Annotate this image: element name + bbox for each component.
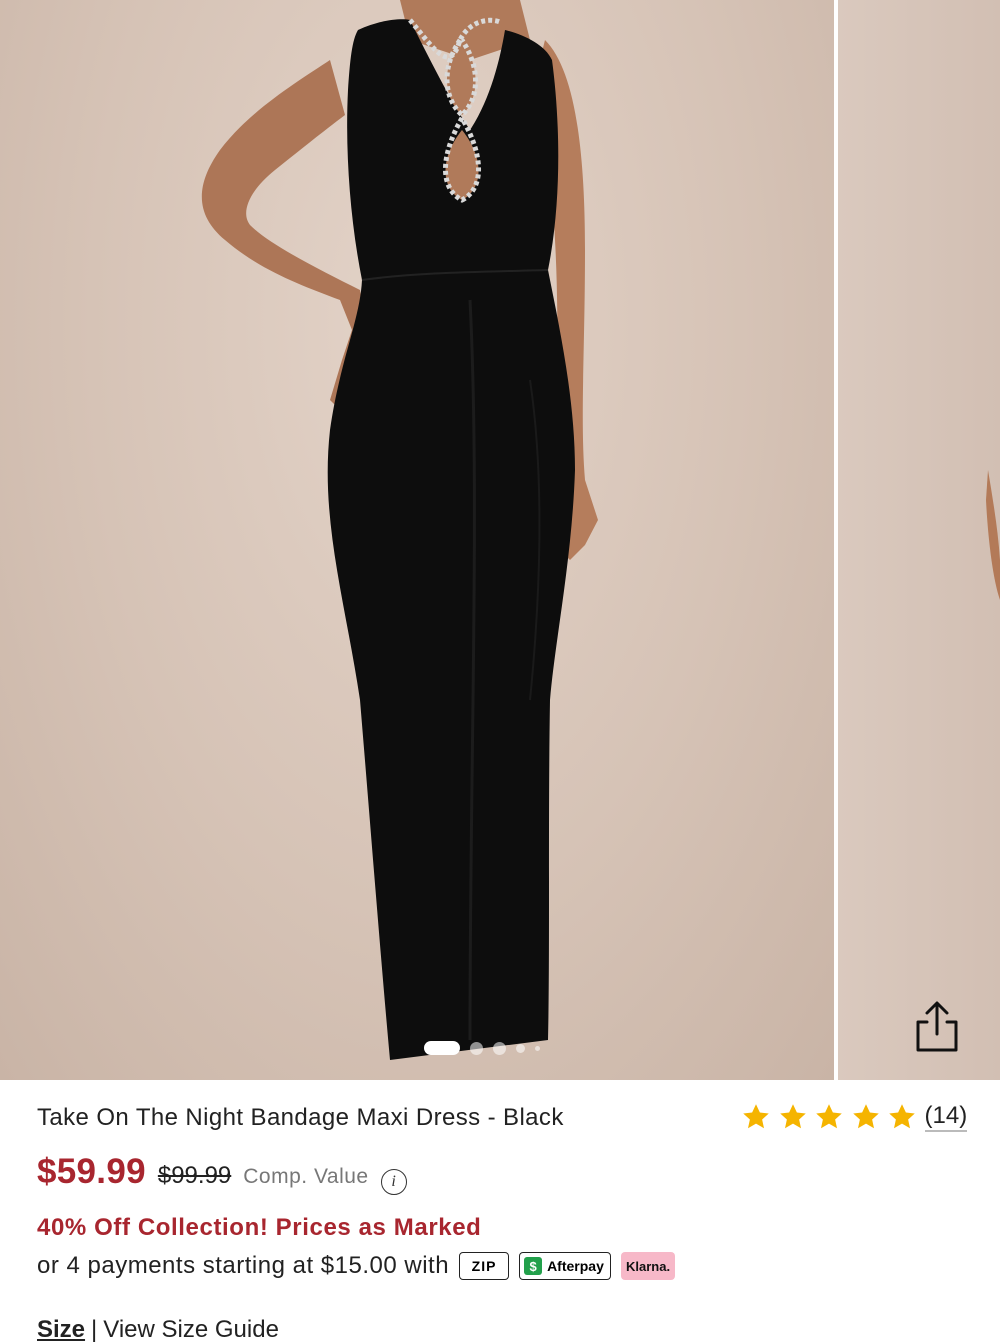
sale-price: $59.99 xyxy=(37,1152,146,1191)
product-title: Take On The Night Bandage Maxi Dress - B… xyxy=(37,1104,564,1131)
original-price: $99.99 xyxy=(157,1162,232,1189)
pagination-dot-active[interactable] xyxy=(424,1041,460,1055)
pagination-dot[interactable] xyxy=(516,1043,525,1053)
pagination-dot[interactable] xyxy=(470,1041,483,1055)
info-icon[interactable]: i xyxy=(380,1169,407,1195)
afterpay-icon: $ xyxy=(524,1257,543,1275)
size-separator: | xyxy=(91,1316,98,1343)
zip-badge[interactable]: ZIP xyxy=(459,1252,510,1280)
size-guide-link[interactable]: View Size Guide xyxy=(103,1316,279,1343)
dress-photo xyxy=(201,0,598,1060)
next-photo-peek xyxy=(986,470,1000,600)
star-icon xyxy=(889,1104,915,1129)
product-image-gallery[interactable] xyxy=(0,0,1000,1080)
promo-message: 40% Off Collection! Prices as Marked xyxy=(37,1214,482,1241)
installment-payments: or 4 payments starting at $15.00 with ZI… xyxy=(37,1252,676,1280)
star-icon xyxy=(816,1104,842,1129)
gallery-pagination xyxy=(424,1040,540,1056)
product-info: Take On The Night Bandage Maxi Dress - B… xyxy=(0,1080,1000,1343)
rating-summary[interactable]: (14) xyxy=(740,1102,968,1132)
product-image-next[interactable] xyxy=(838,0,1000,1080)
comp-value-label: Comp. Value xyxy=(243,1165,369,1188)
pagination-dot[interactable] xyxy=(535,1045,540,1051)
product-image-main[interactable] xyxy=(0,0,834,1080)
star-icon xyxy=(779,1104,806,1129)
installment-text: or 4 payments starting at $15.00 with xyxy=(37,1252,450,1279)
share-button[interactable] xyxy=(910,1000,962,1054)
star-icon xyxy=(743,1104,769,1129)
afterpay-badge[interactable]: $ Afterpay xyxy=(519,1252,612,1280)
klarna-badge[interactable]: Klarna. xyxy=(621,1252,676,1280)
review-count-link[interactable]: (14) xyxy=(924,1102,968,1132)
pagination-dot[interactable] xyxy=(493,1041,506,1055)
size-row: Size | View Size Guide xyxy=(37,1316,279,1344)
share-icon xyxy=(916,1001,958,1052)
star-icon xyxy=(852,1104,879,1129)
size-label: Size xyxy=(37,1316,86,1343)
price-row: $59.99 $99.99 Comp. Value i xyxy=(37,1152,407,1195)
afterpay-label: Afterpay xyxy=(547,1258,604,1274)
